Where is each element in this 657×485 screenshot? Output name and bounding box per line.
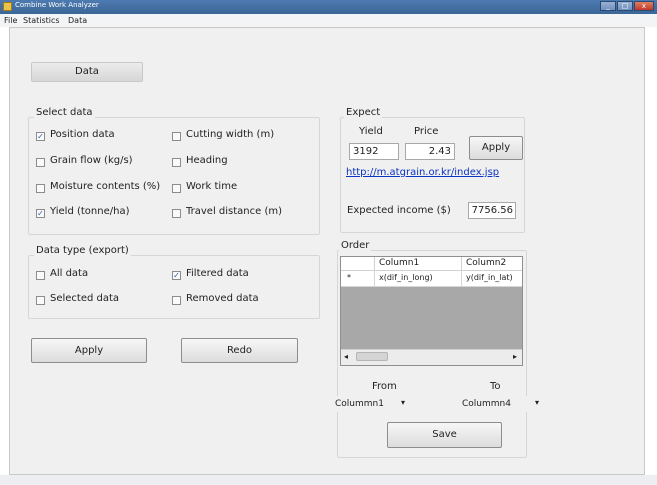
checkbox-cutting-width[interactable]: [172, 132, 181, 141]
checkbox-label: Cutting width (m): [186, 129, 275, 140]
menu-file[interactable]: File: [4, 14, 17, 27]
check-icon: ✓: [37, 209, 44, 218]
menu-bar: File Statistics Data: [0, 14, 657, 27]
expect-apply-button[interactable]: Apply: [469, 136, 523, 160]
price-label: Price: [414, 126, 439, 137]
order-title: Order: [339, 240, 372, 251]
grid-cell[interactable]: y(dif_in_lat): [462, 271, 522, 287]
scroll-left-icon[interactable]: ◂: [344, 352, 348, 361]
checkbox-moisture-contents[interactable]: [36, 184, 45, 193]
checkbox-grain-flow[interactable]: [36, 158, 45, 167]
data-type-group: [28, 255, 320, 319]
checkbox-label: Yield (tonne/ha): [50, 206, 130, 217]
chevron-down-icon[interactable]: ▾: [535, 398, 539, 407]
apply-button[interactable]: Apply: [31, 338, 147, 363]
expect-title: Expect: [344, 107, 383, 118]
checkbox-label: Grain flow (kg/s): [50, 155, 133, 166]
grid-column-header[interactable]: Column1: [375, 257, 462, 271]
menu-statistics[interactable]: Statistics: [23, 14, 60, 27]
checkbox-selected-data[interactable]: [36, 296, 45, 305]
checkbox-label: Position data: [50, 129, 115, 140]
checkbox-label: All data: [50, 268, 89, 279]
to-select-value: Colummn4: [462, 399, 511, 409]
data-tab[interactable]: Data: [31, 62, 143, 82]
grid-row-marker: *: [341, 271, 375, 287]
checkbox-label: Filtered data: [186, 268, 249, 279]
checkbox-work-time[interactable]: [172, 184, 181, 193]
checkbox-yield[interactable]: ✓: [36, 209, 45, 218]
grid-cell[interactable]: x(dif_in_long): [375, 271, 462, 287]
window-bottom-edge: [0, 475, 657, 485]
window-title: Combine Work Analyzer: [15, 1, 99, 9]
scroll-right-icon[interactable]: ▸: [513, 352, 517, 361]
checkbox-removed-data[interactable]: [172, 296, 181, 305]
save-button[interactable]: Save: [387, 422, 502, 448]
checkbox-label: Selected data: [50, 293, 120, 304]
check-icon: ✓: [37, 132, 44, 141]
menu-data[interactable]: Data: [68, 14, 87, 27]
grain-price-link[interactable]: http://m.atgrain.or.kr/index.jsp: [346, 167, 499, 178]
check-icon: ✓: [173, 271, 180, 280]
checkbox-label: Heading: [186, 155, 228, 166]
checkbox-label: Travel distance (m): [186, 206, 283, 217]
scroll-thumb[interactable]: [356, 352, 388, 361]
maximize-button[interactable]: □: [617, 1, 633, 11]
from-select[interactable]: Colummn1: [335, 396, 401, 412]
to-label: To: [490, 381, 501, 392]
checkbox-filtered-data[interactable]: ✓: [172, 271, 181, 280]
from-select-value: Colummn1: [335, 399, 384, 409]
checkbox-travel-distance[interactable]: [172, 209, 181, 218]
redo-button[interactable]: Redo: [181, 338, 298, 363]
yield-label: Yield: [359, 126, 383, 137]
expected-income-field[interactable]: 7756.56: [468, 202, 516, 219]
checkbox-position-data[interactable]: ✓: [36, 132, 45, 141]
expected-income-label: Expected income ($): [347, 205, 451, 216]
checkbox-label: Removed data: [186, 293, 259, 304]
grid-corner-header: [341, 257, 375, 271]
data-type-title: Data type (export): [34, 245, 131, 256]
app-icon: [3, 2, 12, 11]
from-label: From: [372, 381, 397, 392]
grid-column-header[interactable]: Column2: [462, 257, 522, 271]
to-select[interactable]: Colummn4: [462, 396, 528, 412]
minimize-button[interactable]: _: [600, 1, 616, 11]
yield-field[interactable]: 3192: [349, 143, 399, 160]
chevron-down-icon[interactable]: ▾: [401, 398, 405, 407]
close-button[interactable]: x: [634, 1, 654, 11]
checkbox-label: Moisture contents (%): [50, 181, 161, 192]
price-field[interactable]: 2.43: [405, 143, 455, 160]
checkbox-all-data[interactable]: [36, 271, 45, 280]
checkbox-heading[interactable]: [172, 158, 181, 167]
checkbox-label: Work time: [186, 181, 238, 192]
select-data-title: Select data: [34, 107, 95, 118]
